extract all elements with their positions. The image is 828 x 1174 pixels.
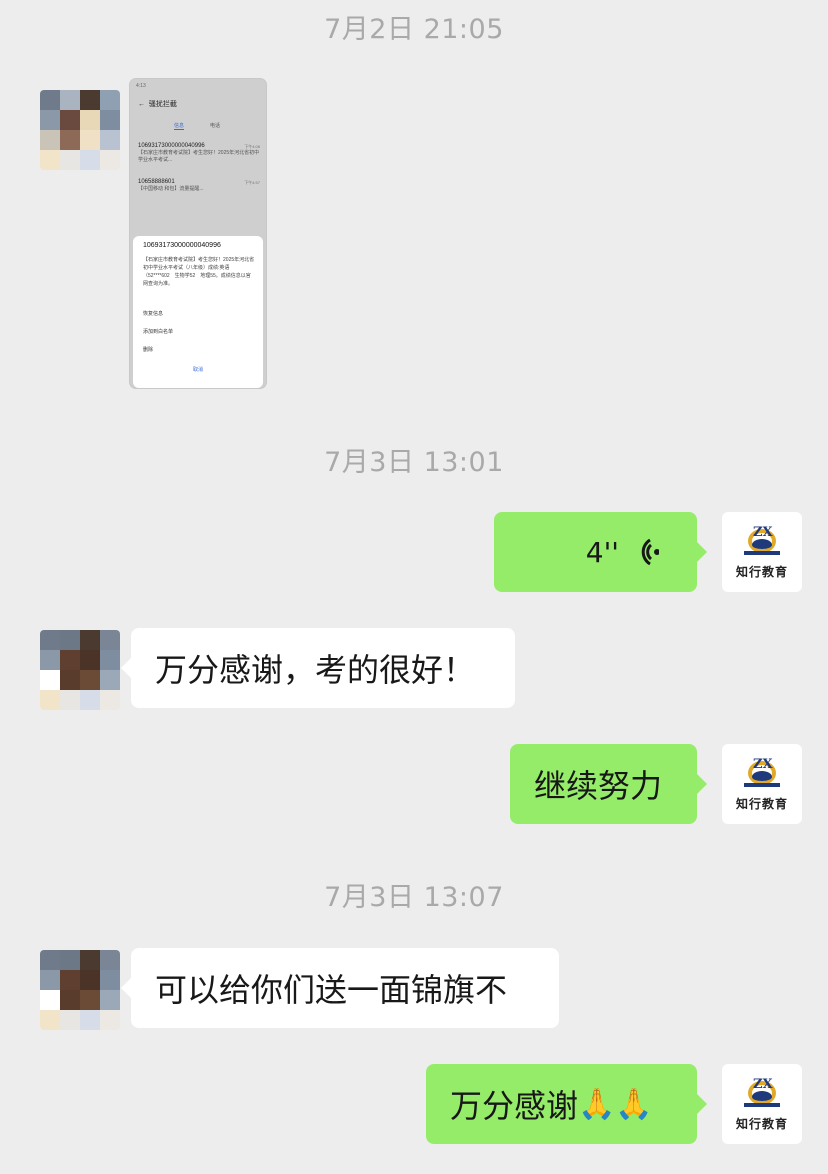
contact-avatar[interactable] [40,950,120,1030]
zx-logo-icon: ZX [742,1077,782,1113]
screenshot-sms-item: 10693173000000040996 下午4:08 【石家庄市教育考试院】考… [138,143,260,163]
received-screenshot-image[interactable]: 4:13 ← 骚扰拦截 信息 电话 10693173000000040996 下午… [130,79,266,388]
timestamp: 7月3日 13:01 [324,447,504,478]
message-text: 可以给你们送一面锦旗不 [155,971,508,1009]
screenshot-sms-item: 10658888601 下午4:57 【中国移动 和包】流量提醒... [138,179,260,192]
my-avatar[interactable]: ZX 知行教育 [722,512,802,592]
timestamp: 7月3日 13:07 [324,882,504,913]
message-text: 继续努力 [534,767,663,805]
screenshot-tabs: 信息 电话 [174,123,221,130]
screenshot-action-sheet: 10693173000000040996 【石家庄市教育考试院】考生您好！202… [133,236,263,388]
voice-wave-icon [635,536,660,568]
contact-avatar[interactable] [40,90,120,170]
message-text: 万分感谢 [450,1087,579,1125]
voice-duration: 4'' [585,535,619,569]
incoming-message-bubble[interactable]: 可以给你们送一面锦旗不 [121,948,559,1028]
outgoing-message-bubble[interactable]: 万分感谢 🙏🙏 [426,1064,707,1144]
status-time: 4:13 [136,83,146,89]
voice-message-bubble[interactable]: 4'' [494,512,707,592]
zx-logo-icon: ZX [742,525,782,561]
contact-avatar[interactable] [40,630,120,710]
praying-hands-emoji: 🙏🙏 [578,1086,653,1122]
message-text: 万分感谢，考的很好！ [155,651,476,689]
my-avatar[interactable]: ZX 知行教育 [722,744,802,824]
timestamp: 7月2日 21:05 [324,14,504,45]
zx-logo-icon: ZX [742,757,782,793]
my-avatar[interactable]: ZX 知行教育 [722,1064,802,1144]
outgoing-message-bubble[interactable]: 继续努力 [510,744,707,824]
screenshot-header: ← 骚扰拦截 [138,101,177,108]
incoming-message-bubble[interactable]: 万分感谢，考的很好！ [121,628,515,708]
